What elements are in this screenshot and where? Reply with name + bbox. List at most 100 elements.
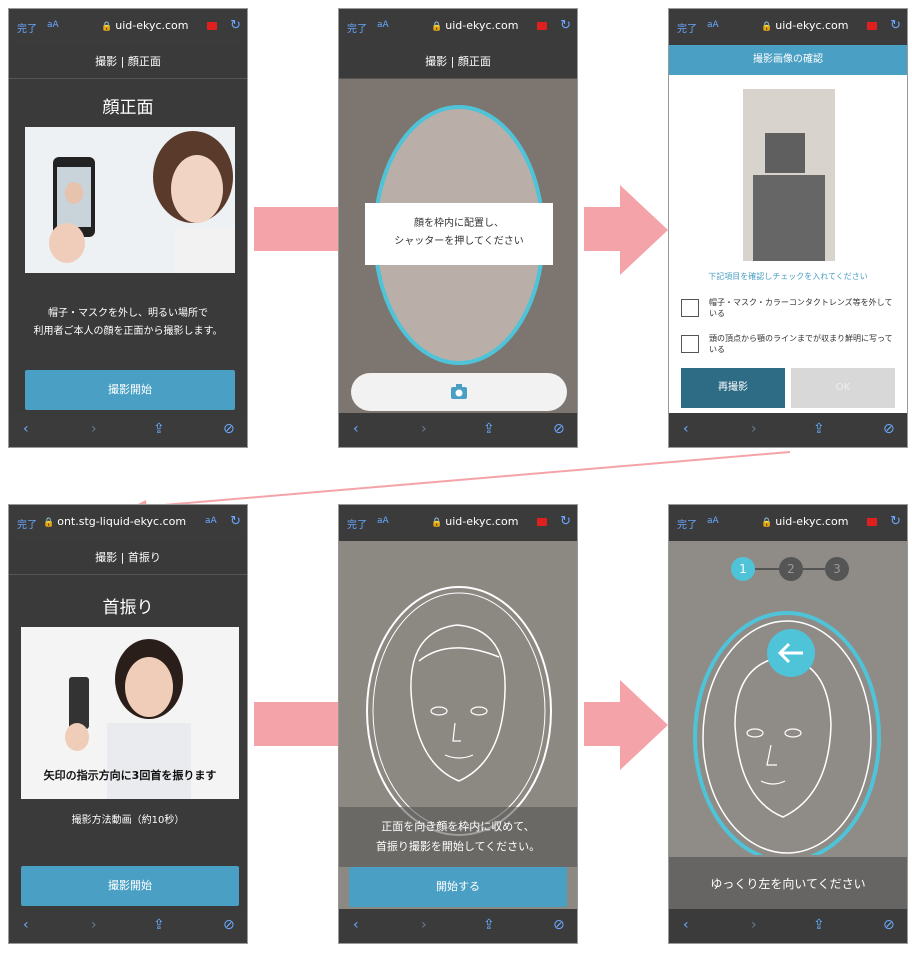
forward-icon[interactable]: ›: [751, 917, 757, 933]
url-text: uid-ekyc.com: [775, 19, 849, 32]
step-connector: [755, 568, 781, 570]
instruction-text: 正面を向き顔を枠内に収めて、 首振り撮影を開始してください。: [339, 807, 577, 867]
browser-status-bar: 完了 🔒 ont.stg-liquid-ekyc.com aA ↻: [9, 505, 247, 541]
back-icon[interactable]: ‹: [683, 917, 689, 933]
forward-icon[interactable]: ›: [421, 421, 427, 437]
description-line: 帽子・マスクを外し、明るい場所で: [48, 308, 208, 319]
screen-header: 撮影 | 首振り: [9, 541, 247, 575]
shutter-bar[interactable]: [351, 373, 567, 411]
share-icon[interactable]: ⇪: [483, 917, 495, 933]
start-capture-button[interactable]: 撮影開始: [25, 370, 235, 410]
reload-icon[interactable]: ↻: [890, 514, 901, 529]
forward-icon[interactable]: ›: [91, 421, 97, 437]
compass-icon[interactable]: ⊘: [223, 421, 235, 437]
checkbox[interactable]: [681, 335, 699, 353]
illustration-photo: [25, 127, 235, 273]
lock-icon: 🔒: [101, 22, 113, 32]
browser-status-bar: 完了 aA 🔒 uid-ekyc.com ↻: [669, 9, 907, 45]
done-button[interactable]: 完了: [17, 20, 37, 35]
flow-arrow-4-band: [584, 702, 620, 746]
reload-icon[interactable]: ↻: [230, 18, 241, 33]
compass-icon[interactable]: ⊘: [553, 421, 565, 437]
reload-icon[interactable]: ↻: [890, 18, 901, 33]
checklist-item[interactable]: 頭の頂点から顎のラインまでが収まり鮮明に写っている: [681, 333, 901, 357]
description-line: 利用者ご本人の顔を正面から撮影します。: [33, 326, 223, 337]
page-title: 首振り: [102, 598, 154, 618]
arrow-left-glyph: [777, 642, 803, 664]
back-icon[interactable]: ‹: [683, 421, 689, 437]
instruction-line: シャッターを押してください: [394, 236, 524, 247]
url-field[interactable]: 🔒 uid-ekyc.com: [761, 19, 849, 32]
done-button[interactable]: 完了: [347, 20, 367, 35]
reload-icon[interactable]: ↻: [560, 18, 571, 33]
record-icon: [867, 22, 877, 30]
share-icon[interactable]: ⇪: [153, 917, 165, 933]
screen-image-confirm: 完了 aA 🔒 uid-ekyc.com ↻ 撮影画像の確認 下記項目を確認しチェ…: [668, 8, 908, 448]
lock-icon: 🔒: [431, 518, 443, 528]
browser-bottom-bar: ‹ › ⇪ ⊘: [9, 909, 247, 943]
forward-icon[interactable]: ›: [751, 421, 757, 437]
checklist-label: 帽子・マスク・カラーコンタクトレンズ等を外している: [709, 298, 893, 318]
url-field[interactable]: 🔒 uid-ekyc.com: [101, 19, 189, 32]
forward-icon[interactable]: ›: [421, 917, 427, 933]
share-icon[interactable]: ⇪: [483, 421, 495, 437]
retake-button[interactable]: 再撮影: [681, 368, 785, 408]
text-size-button[interactable]: aA: [377, 516, 389, 526]
description: 帽子・マスクを外し、明るい場所で 利用者ご本人の顔を正面から撮影します。: [9, 305, 247, 341]
compass-icon[interactable]: ⊘: [553, 917, 565, 933]
url-field[interactable]: 🔒 uid-ekyc.com: [431, 19, 519, 32]
lock-icon: 🔒: [761, 518, 773, 528]
url-field[interactable]: 🔒 uid-ekyc.com: [431, 515, 519, 528]
url-field[interactable]: 🔒 ont.stg-liquid-ekyc.com: [43, 515, 186, 528]
ok-button[interactable]: OK: [791, 368, 895, 408]
reload-icon[interactable]: ↻: [230, 514, 241, 529]
done-button[interactable]: 完了: [347, 516, 367, 531]
record-icon: [867, 518, 877, 526]
begin-button[interactable]: 開始する: [349, 867, 567, 907]
compass-icon[interactable]: ⊘: [883, 917, 895, 933]
url-text: uid-ekyc.com: [115, 19, 189, 32]
flow-canvas: 完了 aA 🔒 uid-ekyc.com ↻ 撮影 | 顔正面 顔正面 帽子・マス…: [0, 0, 912, 953]
reload-icon[interactable]: ↻: [560, 514, 571, 529]
browser-status-bar: 完了 aA 🔒 uid-ekyc.com ↻: [339, 505, 577, 541]
share-icon[interactable]: ⇪: [813, 917, 825, 933]
text-size-button[interactable]: aA: [205, 516, 217, 526]
flow-arrow-1: [254, 207, 340, 251]
browser-status-bar: 完了 aA 🔒 uid-ekyc.com ↻: [669, 505, 907, 541]
text-size-button[interactable]: aA: [707, 20, 719, 30]
checklist-item[interactable]: 帽子・マスク・カラーコンタクトレンズ等を外している: [681, 297, 901, 321]
back-icon[interactable]: ‹: [23, 917, 29, 933]
url-text: uid-ekyc.com: [445, 19, 519, 32]
browser-bottom-bar: ‹ › ⇪ ⊘: [9, 413, 247, 447]
url-text: uid-ekyc.com: [775, 515, 849, 528]
instruction-line: 顔を枠内に配置し、: [414, 218, 504, 229]
compass-icon[interactable]: ⊘: [883, 421, 895, 437]
share-icon[interactable]: ⇪: [153, 421, 165, 437]
start-capture-button[interactable]: 撮影開始: [21, 866, 239, 906]
flow-arrow-4-head: [620, 680, 668, 770]
text-size-button[interactable]: aA: [707, 516, 719, 526]
flow-arrow-2-band: [584, 207, 620, 251]
url-text: ont.stg-liquid-ekyc.com: [57, 515, 187, 528]
screen-head-turn-capture: 完了 aA 🔒 uid-ekyc.com ↻ 1 2 3 ゆっくり左を向いてくだ…: [668, 504, 908, 944]
step-2: 2: [779, 557, 803, 581]
url-field[interactable]: 🔒 uid-ekyc.com: [761, 515, 849, 528]
step-indicator: 1 2 3: [731, 557, 851, 583]
done-button[interactable]: 完了: [17, 516, 37, 531]
back-icon[interactable]: ‹: [23, 421, 29, 437]
person-silhouette-image: [743, 89, 835, 261]
instruction-text: ゆっくり左を向いてください: [669, 857, 907, 911]
checkbox[interactable]: [681, 299, 699, 317]
forward-icon[interactable]: ›: [91, 917, 97, 933]
camera-icon[interactable]: [449, 382, 469, 402]
check-note: 下記項目を確認しチェックを入れてください: [708, 272, 868, 281]
text-size-button[interactable]: aA: [47, 20, 59, 30]
back-icon[interactable]: ‹: [353, 421, 359, 437]
lock-icon: 🔒: [761, 22, 773, 32]
back-icon[interactable]: ‹: [353, 917, 359, 933]
share-icon[interactable]: ⇪: [813, 421, 825, 437]
text-size-button[interactable]: aA: [377, 20, 389, 30]
done-button[interactable]: 完了: [677, 516, 697, 531]
compass-icon[interactable]: ⊘: [223, 917, 235, 933]
done-button[interactable]: 完了: [677, 20, 697, 35]
